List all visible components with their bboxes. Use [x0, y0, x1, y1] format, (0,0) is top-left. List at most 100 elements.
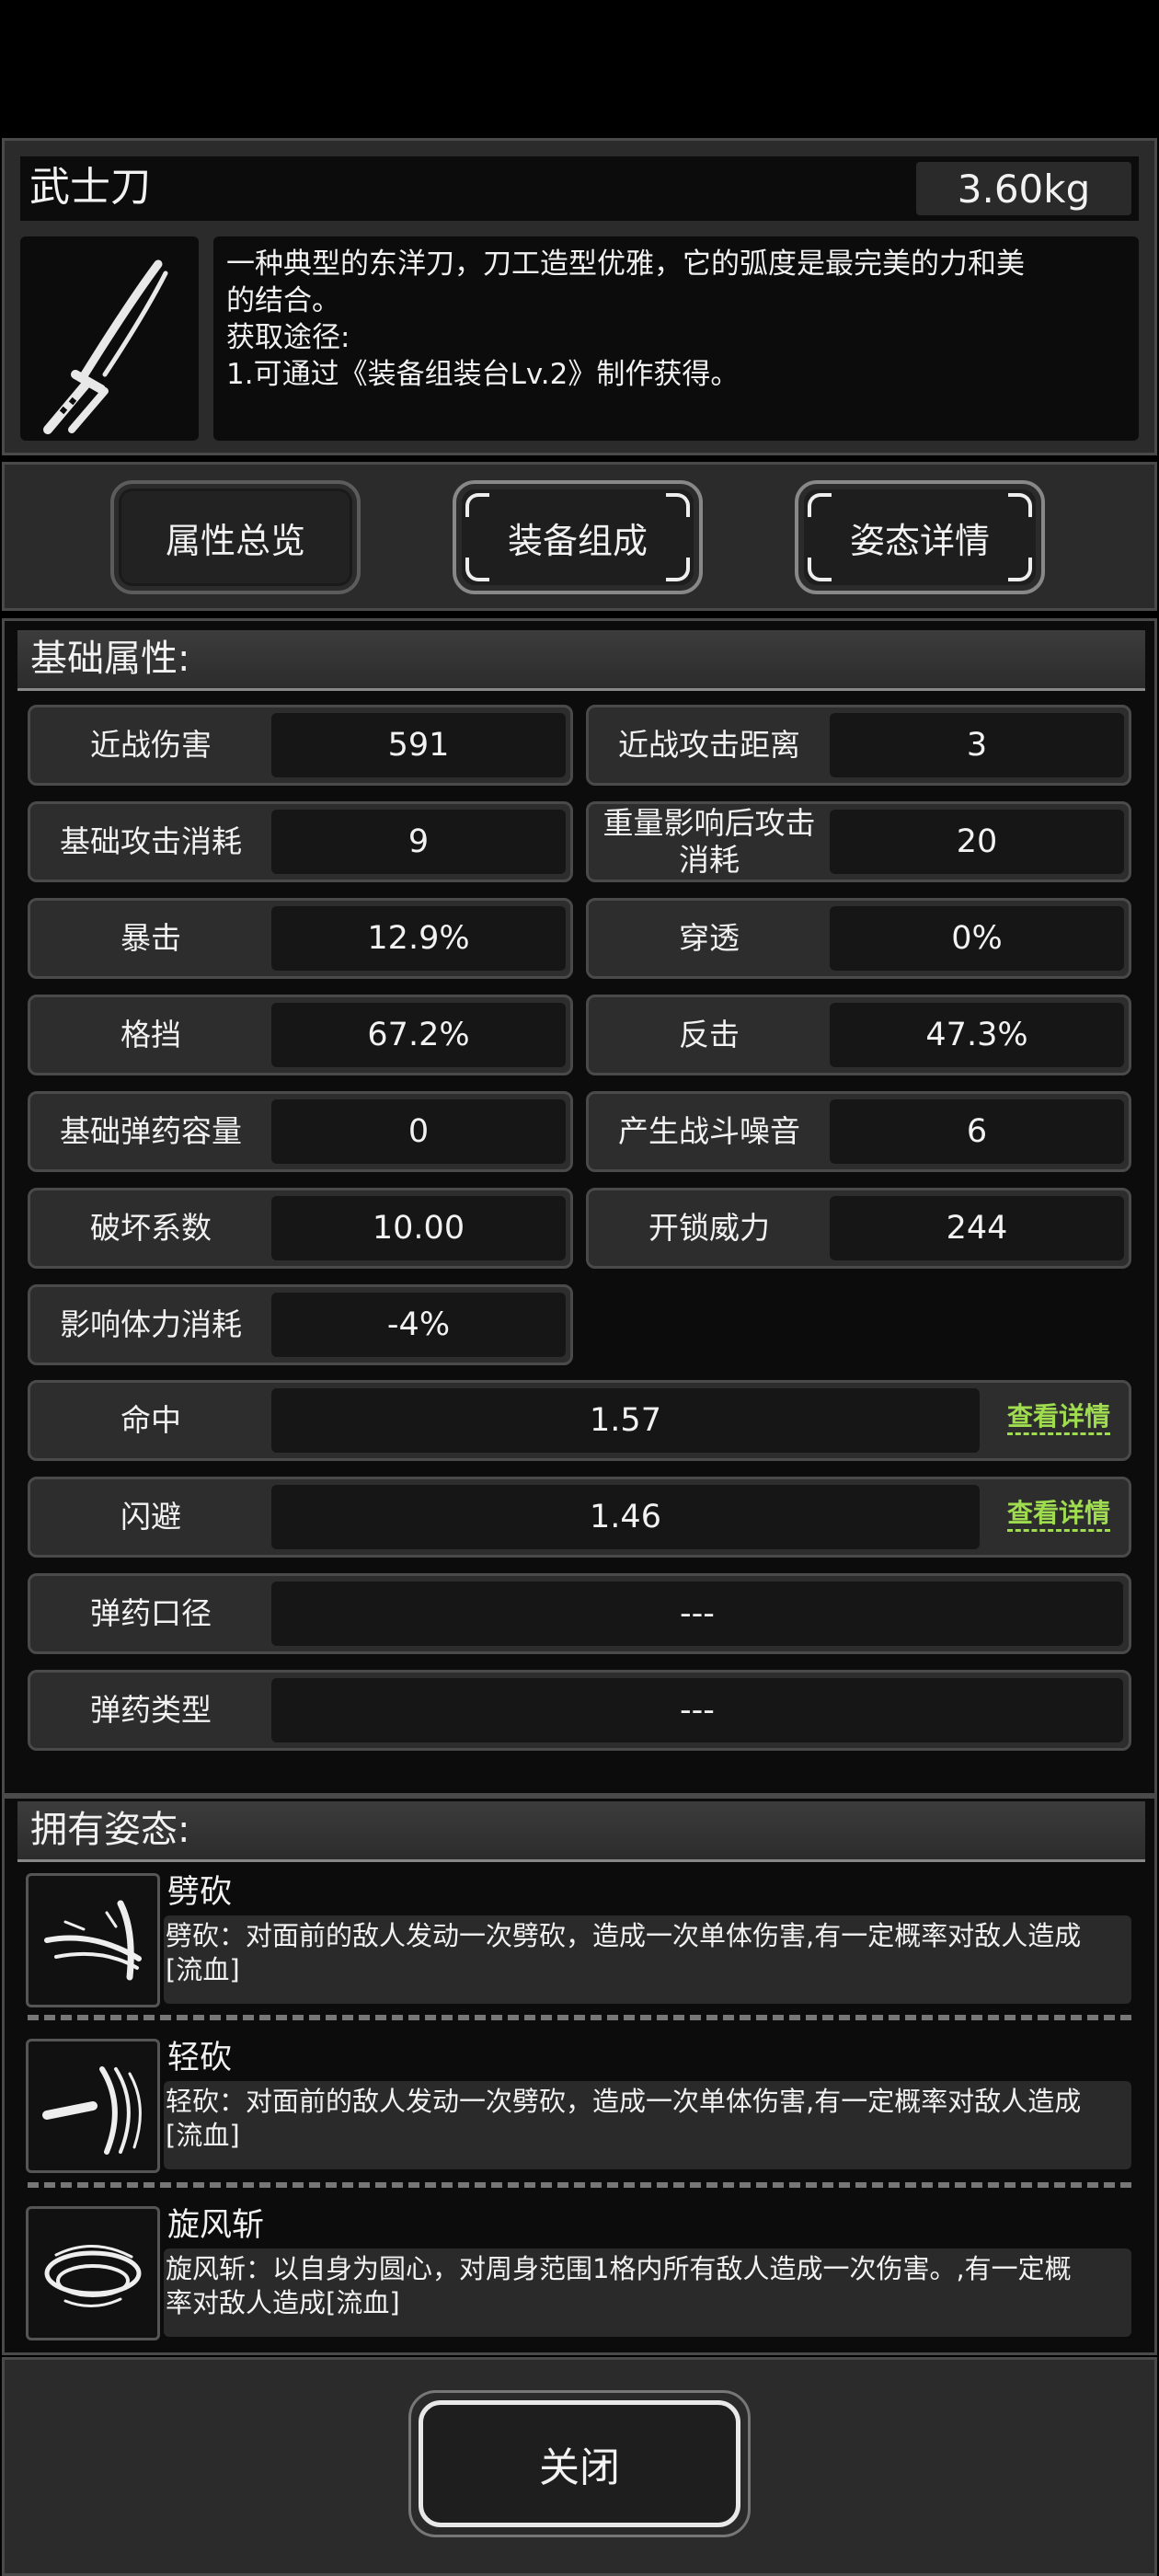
stat-value: 0: [271, 1099, 566, 1164]
tab-label: 姿态详情: [849, 520, 990, 561]
stat-value: 67.2%: [271, 1003, 566, 1067]
tab-corner-decoration: [465, 558, 489, 581]
stat-value: 20: [830, 810, 1124, 874]
posture-icon-frame: [26, 1873, 160, 2007]
section-heading: 基础属性:: [17, 630, 1145, 691]
tab-label: 属性总览: [165, 520, 305, 561]
posture-desc-line: [流血]: [166, 2120, 240, 2151]
description-line: 获取途径:: [226, 321, 350, 354]
stat-value: 10.00: [271, 1196, 566, 1260]
stat-label: 暴击: [120, 920, 181, 956]
light-slash-icon: [42, 2066, 142, 2155]
stat-value: 12.9%: [271, 906, 566, 971]
whirlwind-icon: [44, 2245, 142, 2307]
stat-cell: 近战攻击距离 3: [586, 705, 1131, 786]
stat-value: ---: [271, 1581, 1123, 1646]
description-line: 一种典型的东洋刀，刀工造型优雅，它的弧度是最完美的力和美: [226, 247, 1025, 281]
stat-label: 基础攻击消耗: [60, 823, 242, 859]
close-button-label: 关闭: [539, 2444, 620, 2491]
divider: [28, 2015, 1131, 2020]
stat-cell: 重量影响后攻击消耗 20: [586, 801, 1131, 882]
stat-label: 近战攻击距离: [618, 727, 800, 763]
stat-cell: 近战伤害 591: [28, 705, 573, 786]
tab-corner-decoration: [666, 493, 690, 517]
tab-posture-details[interactable]: 姿态详情: [795, 480, 1045, 594]
tab-corner-decoration: [465, 493, 489, 517]
posture-description: 旋风斩：以自身为圆心，对周身范围1格内所有敌人造成一次伤害。,有一定概 率对敌人…: [164, 2248, 1131, 2337]
stat-row-evasion: 闪避 1.46 查看详情: [28, 1477, 1131, 1558]
stat-value: ---: [271, 1678, 1123, 1742]
tab-equipment-composition[interactable]: 装备组成: [453, 480, 703, 594]
item-description: 一种典型的东洋刀，刀工造型优雅，它的弧度是最完美的力和美 的结合。 获取途径: …: [213, 236, 1139, 441]
stat-cell: 破坏系数 10.00: [28, 1188, 573, 1269]
stat-value: 47.3%: [830, 1003, 1124, 1067]
tab-corner-decoration: [666, 558, 690, 581]
stat-label: 近战伤害: [90, 727, 212, 763]
stat-label: 破坏系数: [90, 1210, 212, 1246]
posture-desc-line: [流血]: [166, 1954, 240, 1985]
stat-value: 9: [271, 810, 566, 874]
stat-value: 591: [271, 713, 566, 777]
item-icon-frame: [20, 236, 199, 441]
stat-value: 244: [830, 1196, 1124, 1260]
stat-cell: 基础攻击消耗 9: [28, 801, 573, 882]
stat-label: 产生战斗噪音: [618, 1113, 800, 1149]
posture-name: 旋风斩: [167, 2207, 265, 2244]
stat-value: -4%: [271, 1293, 566, 1357]
posture-desc-line: 劈砍：对面前的敌人发动一次劈砍，造成一次单体伤害,有一定概率对敌人造成: [166, 1920, 1082, 1951]
stat-row-ammo-caliber: 弹药口径 ---: [28, 1573, 1131, 1654]
stat-row-ammo-type: 弹药类型 ---: [28, 1670, 1131, 1751]
stat-value: 3: [830, 713, 1124, 777]
stat-cell: 基础弹药容量 0: [28, 1091, 573, 1172]
stat-cell: 产生战斗噪音 6: [586, 1091, 1131, 1172]
tab-corner-decoration: [808, 558, 832, 581]
posture-name: 劈砍: [167, 1874, 233, 1911]
tab-attribute-overview[interactable]: 属性总览: [110, 480, 361, 594]
slash-icon: [44, 1900, 142, 1981]
posture-description: 轻砍：对面前的敌人发动一次劈砍，造成一次单体伤害,有一定概率对敌人造成 [流血]: [164, 2081, 1131, 2169]
close-button[interactable]: 关闭: [408, 2390, 751, 2537]
stat-cell: 开锁威力 244: [586, 1188, 1131, 1269]
stat-row-accuracy: 命中 1.57 查看详情: [28, 1380, 1131, 1461]
section-heading: 拥有姿态:: [17, 1801, 1145, 1862]
stat-cell: 反击 47.3%: [586, 995, 1131, 1075]
stat-label: 基础弹药容量: [60, 1113, 242, 1149]
posture-desc-line: 轻砍：对面前的敌人发动一次劈砍，造成一次单体伤害,有一定概率对敌人造成: [166, 2086, 1082, 2117]
close-button-face: 关闭: [419, 2400, 740, 2527]
description-line: 的结合。: [226, 284, 340, 317]
posture-description: 劈砍：对面前的敌人发动一次劈砍，造成一次单体伤害,有一定概率对敌人造成 [流血]: [164, 1915, 1131, 2004]
posture-desc-line: 率对敌人造成[流血]: [166, 2287, 400, 2318]
stat-cell: 暴击 12.9%: [28, 898, 573, 979]
stat-label: 弹药类型: [90, 1692, 212, 1728]
stat-value: 6: [830, 1099, 1124, 1164]
stat-cell: 穿透 0%: [586, 898, 1131, 979]
description-line: 1.可通过《装备组装台Lv.2》制作获得。: [226, 358, 740, 391]
item-weight: 3.60kg: [916, 162, 1131, 215]
katana-icon: [43, 259, 168, 434]
divider: [28, 2182, 1131, 2188]
stat-value: 1.46: [271, 1485, 980, 1549]
stat-label: 闪避: [120, 1499, 181, 1535]
stat-value: 0%: [830, 906, 1124, 971]
stat-label: 重量影响后攻击消耗: [602, 805, 816, 878]
stat-label: 反击: [679, 1017, 740, 1052]
posture-icon-frame: [26, 2039, 160, 2173]
stat-label: 穿透: [679, 920, 740, 956]
posture-name: 轻砍: [167, 2040, 233, 2076]
stat-label: 开锁威力: [648, 1210, 770, 1246]
posture-icon-frame: [26, 2206, 160, 2340]
view-details-link[interactable]: 查看详情: [1007, 1401, 1111, 1435]
tab-corner-decoration: [1008, 558, 1032, 581]
stat-cell: 影响体力消耗 -4%: [28, 1284, 573, 1365]
stat-label: 格挡: [120, 1017, 181, 1052]
tab-label: 装备组成: [507, 520, 648, 561]
posture-desc-line: 旋风斩：以自身为圆心，对周身范围1格内所有敌人造成一次伤害。,有一定概: [166, 2253, 1072, 2284]
stat-label: 命中: [120, 1402, 181, 1438]
stat-label: 影响体力消耗: [60, 1306, 242, 1342]
view-details-link[interactable]: 查看详情: [1007, 1498, 1111, 1532]
tab-corner-decoration: [1008, 493, 1032, 517]
stat-label: 弹药口径: [90, 1595, 212, 1631]
item-name: 武士刀: [29, 164, 151, 211]
stat-value: 1.57: [271, 1388, 980, 1453]
stat-cell: 格挡 67.2%: [28, 995, 573, 1075]
